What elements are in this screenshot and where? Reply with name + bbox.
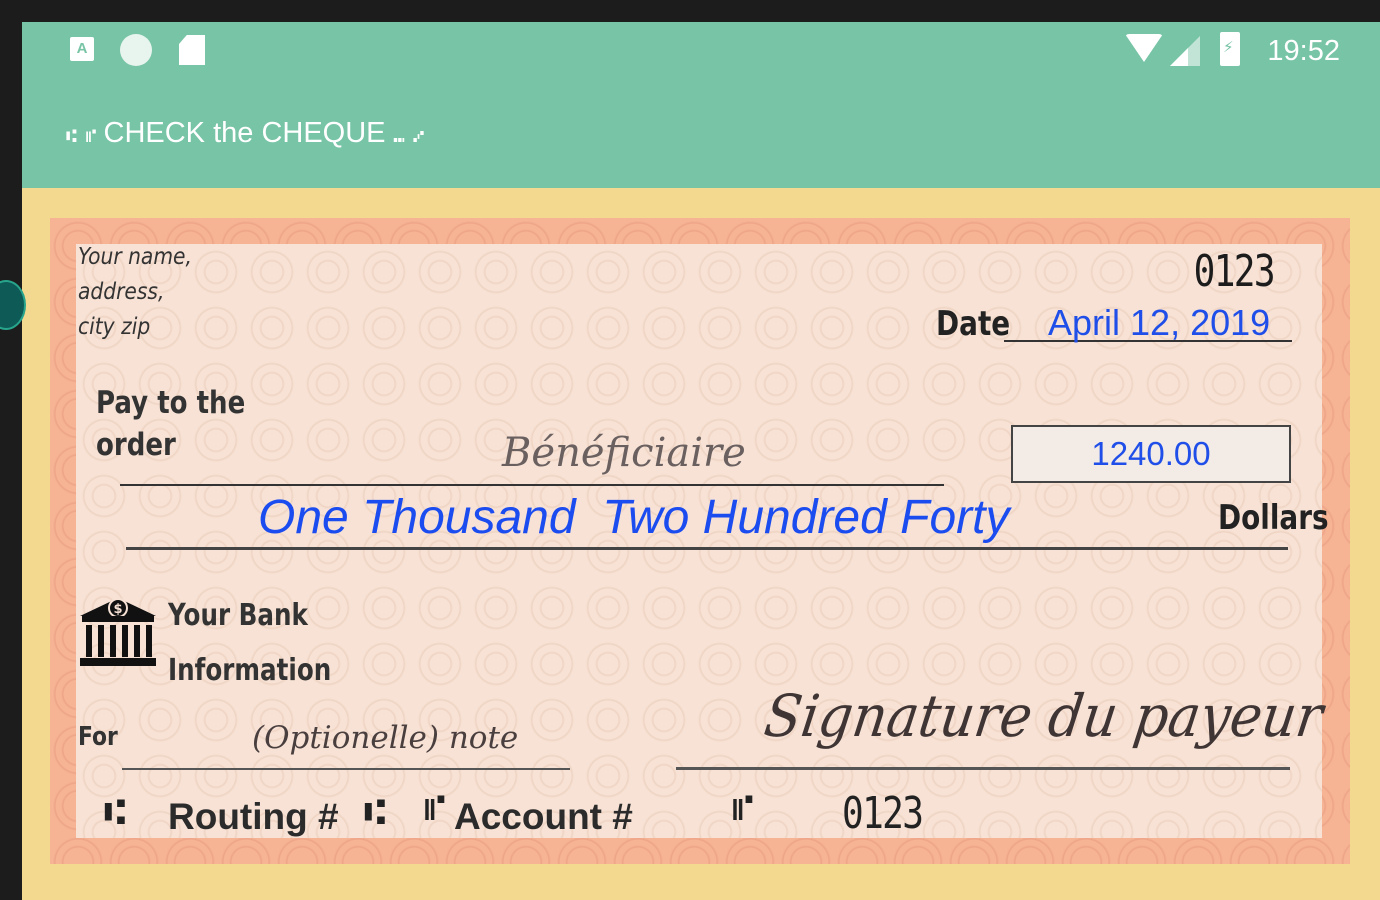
dollars-label: Dollars	[1218, 498, 1329, 538]
wifi-icon	[1125, 34, 1163, 62]
routing-number-field[interactable]: Routing #	[168, 796, 339, 838]
app-screen: A 19:52 ⑆ ⑈ CHECK the CHEQUE ⑉ ⑇ Your na…	[22, 22, 1380, 900]
status-time: 19:52	[1267, 35, 1340, 67]
sd-card-icon	[179, 35, 205, 65]
signature-line	[676, 767, 1290, 770]
micr-line: ⑆ Routing # ⑆ ⑈ Account # ⑈ 0123	[104, 788, 1004, 848]
micr-transit-symbol-2: ⑆	[364, 792, 386, 833]
svg-text:$: $	[113, 602, 122, 617]
title-suffix-symbols: ⑉ ⑇	[393, 126, 424, 147]
micr-onus-symbol-2: ⑈	[732, 788, 754, 829]
memo-field[interactable]: (Optionelle) note	[252, 720, 518, 756]
title-prefix-symbols: ⑆ ⑈	[66, 126, 96, 147]
circle-icon	[120, 34, 152, 66]
date-label: Date	[936, 304, 1011, 344]
amount-in-words[interactable]: One Thousand Two Hundred Forty	[258, 490, 1009, 545]
app-title-text: CHECK the CHEQUE	[103, 117, 386, 149]
amount-input[interactable]	[1011, 425, 1291, 483]
payer-address-line: address,	[78, 279, 165, 305]
app-title: ⑆ ⑈ CHECK the CHEQUE ⑉ ⑇	[66, 115, 424, 151]
a-icon: A	[70, 37, 94, 61]
bank-info-line-2: Information	[168, 653, 332, 688]
status-bar: A 19:52	[22, 22, 1380, 80]
account-number-field[interactable]: Account #	[454, 796, 633, 838]
memo-line	[122, 768, 570, 770]
micr-onus-symbol: ⑈	[424, 788, 446, 829]
micr-transit-symbol: ⑆	[104, 792, 126, 833]
pay-to-label: Pay to the order	[96, 382, 245, 466]
payer-address[interactable]: Your name, address, city zip	[78, 240, 192, 345]
for-label: For	[78, 722, 118, 752]
bank-info-line-1: Your Bank	[168, 598, 308, 633]
app-bar: A 19:52 ⑆ ⑈ CHECK the CHEQUE ⑉ ⑇	[22, 22, 1380, 188]
pay-to-label-line-1: Pay to the	[96, 385, 246, 421]
amount-words-line	[126, 547, 1288, 550]
payer-city-line: city zip	[78, 314, 151, 340]
pay-to-label-line-2: order	[96, 427, 176, 463]
payee-line	[120, 484, 944, 486]
bank-information[interactable]: Your Bank Information	[168, 588, 331, 698]
signature-field[interactable]: Signature du payeur	[760, 682, 1326, 750]
cheque-number[interactable]: 0123	[1194, 246, 1276, 297]
payer-name-line: Your name,	[78, 244, 192, 270]
payee-field[interactable]: Bénéficiaire	[502, 430, 746, 476]
micr-check-number[interactable]: 0123	[842, 788, 924, 839]
date-field[interactable]: April 12, 2019	[1048, 302, 1270, 344]
battery-charging-icon	[1220, 32, 1240, 66]
signal-icon	[1170, 36, 1202, 66]
bank-icon: $	[78, 594, 158, 670]
